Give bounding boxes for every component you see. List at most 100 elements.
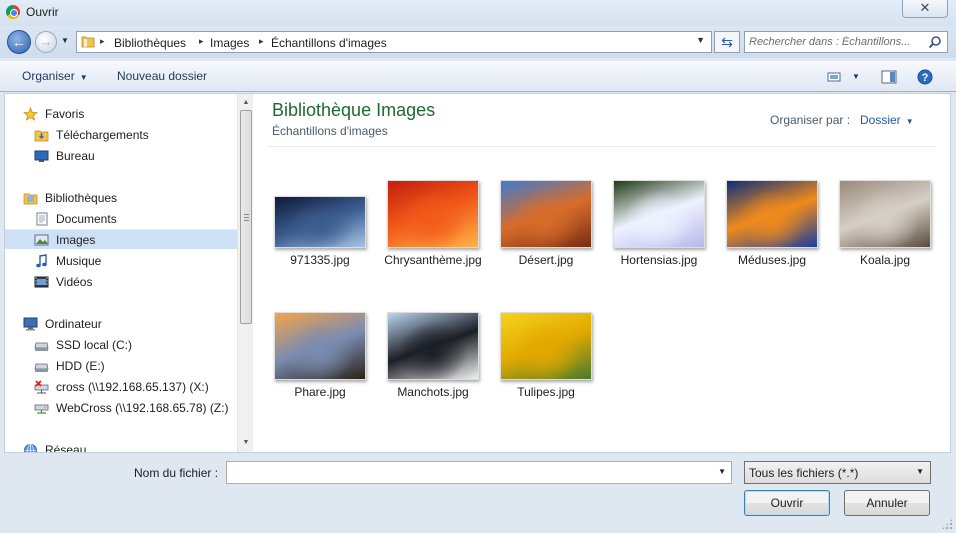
nav-item-6[interactable]: Images <box>5 229 237 249</box>
preview-pane-icon[interactable] <box>880 69 898 85</box>
chevron-down-icon[interactable]: ▼ <box>718 467 726 476</box>
music-icon <box>36 254 47 268</box>
nav-item-4[interactable]: Bibliothèques <box>5 188 237 208</box>
breadcrumb-images[interactable]: Images <box>210 36 249 50</box>
library-subtitle: Échantillons d'images <box>272 124 388 138</box>
image-thumbnail[interactable] <box>500 180 592 248</box>
nav-item-label: Musique <box>56 254 102 268</box>
main-area: Favoris Téléchargements Bureau Bibliothèque… <box>4 93 951 453</box>
drive-icon <box>34 342 49 351</box>
organize-label: Organiser <box>22 69 75 83</box>
chevron-right-icon[interactable]: ▸ <box>259 36 264 47</box>
chevron-down-icon[interactable]: ▼ <box>696 35 705 45</box>
drive-icon <box>34 363 49 372</box>
nav-item-label: Téléchargements <box>56 128 149 142</box>
help-icon[interactable]: ? <box>916 69 934 85</box>
organize-menu-button[interactable]: Organiser ▼ <box>22 69 88 83</box>
nav-item-label: Ordinateur <box>45 317 102 331</box>
nav-item-14[interactable]: Réseau <box>5 440 237 452</box>
caret-down-icon: ▼ <box>905 117 914 126</box>
file-name: Koala.jpg <box>859 253 911 267</box>
filename-label: Nom du fichier : <box>134 466 219 480</box>
arrange-by-dropdown[interactable]: Dossier ▼ <box>860 113 914 127</box>
image-thumbnail[interactable] <box>839 180 931 248</box>
arrow-left-icon: ← <box>12 34 26 50</box>
search-box[interactable] <box>744 31 948 53</box>
file-name: Méduses.jpg <box>737 253 807 267</box>
file-type-filter[interactable]: Tous les fichiers (*.*) ▼ <box>744 461 931 484</box>
nav-item-8[interactable]: Vidéos <box>5 272 237 292</box>
image-thumbnail[interactable] <box>274 312 366 380</box>
nav-item-label: Réseau <box>45 443 87 452</box>
image-thumbnail[interactable] <box>613 180 705 248</box>
chevron-right-icon[interactable]: ▸ <box>100 36 105 47</box>
arrange-by-label: Organiser par : <box>770 113 851 127</box>
image-thumbnail[interactable] <box>726 180 818 248</box>
nav-item-12[interactable]: cross (\\192.168.65.137) (X:) <box>5 377 237 397</box>
computer-icon <box>23 317 38 331</box>
network-icon <box>24 444 37 452</box>
nav-item-10[interactable]: SSD local (C:) <box>5 335 237 355</box>
chevron-right-icon[interactable]: ▸ <box>199 36 204 47</box>
search-icon[interactable] <box>928 35 942 49</box>
open-button[interactable]: Ouvrir <box>744 490 830 516</box>
history-dropdown-button[interactable]: ▼ <box>61 36 71 48</box>
change-view-icon[interactable] <box>826 69 844 85</box>
file-name: Hortensias.jpg <box>620 253 698 267</box>
search-input[interactable] <box>749 34 921 50</box>
nav-item-label: cross (\\192.168.65.137) (X:) <box>56 380 209 394</box>
arrange-by-value: Dossier <box>860 113 901 127</box>
caret-down-icon: ▼ <box>79 73 88 82</box>
star-icon <box>23 107 38 121</box>
nav-item-label: Vidéos <box>56 275 93 289</box>
file-name: Phare.jpg <box>294 385 346 399</box>
arrow-right-icon: → <box>39 34 53 49</box>
address-row: ← → ▼ ▸ Bibliothèques ▸ Images ▸ Échanti… <box>0 26 956 58</box>
refresh-icon: ⇆ <box>721 34 733 50</box>
back-button[interactable]: ← <box>7 30 31 54</box>
chevron-down-icon: ▼ <box>916 467 924 476</box>
grip-icon <box>244 214 249 221</box>
chevron-down-icon: ▼ <box>61 36 69 45</box>
refresh-button[interactable]: ⇆ <box>714 31 740 53</box>
scroll-up-icon[interactable]: ▲ <box>238 96 254 110</box>
image-thumbnail[interactable] <box>387 180 479 248</box>
documents-icon <box>36 212 48 226</box>
view-options-caret-icon[interactable]: ▼ <box>852 72 860 81</box>
scroll-down-icon[interactable]: ▼ <box>238 436 254 450</box>
pictures-icon <box>34 234 49 246</box>
address-bar[interactable]: ▸ Bibliothèques ▸ Images ▸ Échantillons … <box>76 31 712 53</box>
nav-item-2[interactable]: Téléchargements <box>5 125 237 145</box>
nav-item-5[interactable]: Documents <box>5 209 237 229</box>
nav-item-label: WebCross (\\192.168.65.78) (Z:) <box>56 401 229 415</box>
filename-combobox[interactable]: ▼ <box>226 461 732 484</box>
image-thumbnail[interactable] <box>274 196 366 248</box>
nav-item-9[interactable]: Ordinateur <box>5 314 237 334</box>
file-name: Chrysanthème.jpg <box>384 253 482 267</box>
scrollbar-thumb[interactable] <box>240 110 252 324</box>
new-folder-button[interactable]: Nouveau dossier <box>117 69 207 83</box>
nav-item-label: Documents <box>56 212 117 226</box>
title-bar: Ouvrir ✕ <box>0 0 956 26</box>
forward-button[interactable]: → <box>35 31 57 53</box>
breadcrumb-sample-images[interactable]: Échantillons d'images <box>271 36 387 50</box>
filename-input[interactable] <box>231 465 711 480</box>
nav-scrollbar[interactable]: ▲ ▼ <box>237 94 253 452</box>
nav-item-1[interactable]: Favoris <box>5 104 237 124</box>
nav-item-11[interactable]: HDD (E:) <box>5 356 237 376</box>
nav-item-7[interactable]: Musique <box>5 251 237 271</box>
breadcrumb-libraries[interactable]: Bibliothèques <box>114 36 186 50</box>
nav-item-label: SSD local (C:) <box>56 338 133 352</box>
image-thumbnail[interactable] <box>500 312 592 380</box>
desktop-icon <box>34 150 49 162</box>
network-drive-icon <box>34 404 49 414</box>
svg-text:?: ? <box>922 72 929 84</box>
cancel-button[interactable]: Annuler <box>844 490 930 516</box>
resize-grip-icon[interactable] <box>941 518 953 530</box>
nav-item-3[interactable]: Bureau <box>5 146 237 166</box>
image-thumbnail[interactable] <box>387 312 479 380</box>
library-title: Bibliothèque Images <box>272 100 436 120</box>
close-button[interactable]: ✕ <box>902 0 948 18</box>
disconnected-network-drive-icon <box>34 380 49 394</box>
nav-item-13[interactable]: WebCross (\\192.168.65.78) (Z:) <box>5 398 237 418</box>
